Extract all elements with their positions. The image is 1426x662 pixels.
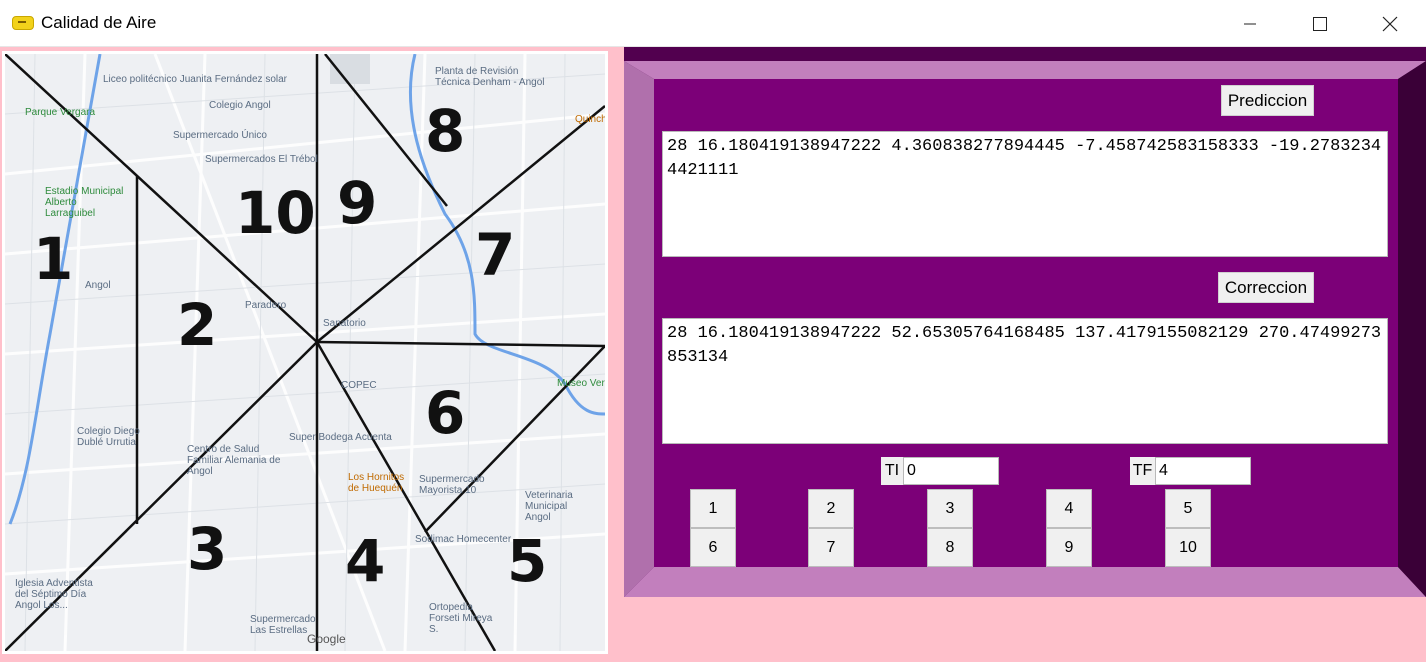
zone-number: 10 [235,179,316,247]
minimize-icon [1244,23,1256,24]
correction-button[interactable]: Correccion [1218,272,1314,303]
zone-number: 8 [425,97,466,165]
map-place-label: Supermercados El Trébol [205,154,318,165]
zone-button-6[interactable]: 6 [690,528,736,567]
zone-number: 9 [337,169,378,237]
zone-number: 7 [475,221,516,289]
title-bar: Calidad de Aire [0,0,1426,47]
maximize-button[interactable] [1285,0,1355,47]
map-place-label: Museo Verde [557,378,605,389]
map-place-label: Iglesia Adventista del Séptimo Día Angol… [15,578,93,611]
prediction-button[interactable]: Prediccion [1221,85,1314,116]
map-place-label: Supermercado Único [173,130,267,141]
map-place-label: Ortopedia Forseti Mireya S. [429,602,493,635]
zone-button-7[interactable]: 7 [808,528,854,567]
map-place-label: Super Bodega Acuenta [289,432,392,443]
zone-number: 2 [177,291,218,359]
map-place-label: Parque Vergara [25,107,96,118]
zone-number: 6 [425,379,466,447]
zone-button-9[interactable]: 9 [1046,528,1092,567]
zone-number: 1 [33,225,74,293]
maximize-icon [1313,16,1327,31]
zone-button-2[interactable]: 2 [808,489,854,528]
map-place-label: Sanatorio [323,318,366,329]
zone-button-4[interactable]: 4 [1046,489,1092,528]
window-title: Calidad de Aire [41,13,157,32]
map-place-label: Paradero [245,300,287,311]
zone-button-1[interactable]: 1 [690,489,736,528]
map-place-label: Colegio Diego Dublé Urrutia [77,426,140,448]
zone-button-10[interactable]: 10 [1165,528,1211,567]
ti-input[interactable]: 0 [903,457,999,485]
map-place-label: Estadio Municipal Alberto Larraguibel [45,186,124,219]
map-place-label: Veterinaria Municipal Angol [525,490,573,523]
prediction-output[interactable]: 28 16.180419138947222 4.360838277894445 … [662,131,1388,257]
map-place-label: Planta de Revisión Técnica Denham - Ango… [435,66,545,88]
close-icon [1382,16,1398,31]
map-place-label: Los Hornitos de Huequén [348,472,405,494]
zone-button-3[interactable]: 3 [927,489,973,528]
map-place-label: Google [307,632,346,646]
map-place-label: Angol [85,280,111,291]
map-place-label: COPEC [341,380,377,391]
tf-label: TF [1130,457,1155,485]
zone-button-8[interactable]: 8 [927,528,973,567]
app-icon [12,16,34,30]
map-place-label: Colegio Angol [209,100,271,111]
zone-number: 5 [507,527,548,595]
map-place-label: Liceo politécnico Juanita Fernández sola… [103,74,287,85]
minimize-button[interactable] [1215,0,1285,47]
map-place-label: Centro de Salud Familiar Alemania de Ang… [187,444,281,477]
correction-output[interactable]: 28 16.180419138947222 52.65305764168485 … [662,318,1388,444]
ti-label: TI [881,457,903,485]
zone-map: Liceo politécnico Juanita Fernández sola… [2,51,608,654]
zone-number: 4 [345,527,386,595]
zone-number: 3 [187,515,228,583]
map-place-label: Sodimac Homecenter [415,534,512,545]
close-button[interactable] [1355,0,1425,47]
zone-button-5[interactable]: 5 [1165,489,1211,528]
tf-input[interactable]: 4 [1155,457,1251,485]
map-place-label: Quincho [575,114,607,125]
map-place-label: Supermercado Mayorista 10 [419,474,485,496]
